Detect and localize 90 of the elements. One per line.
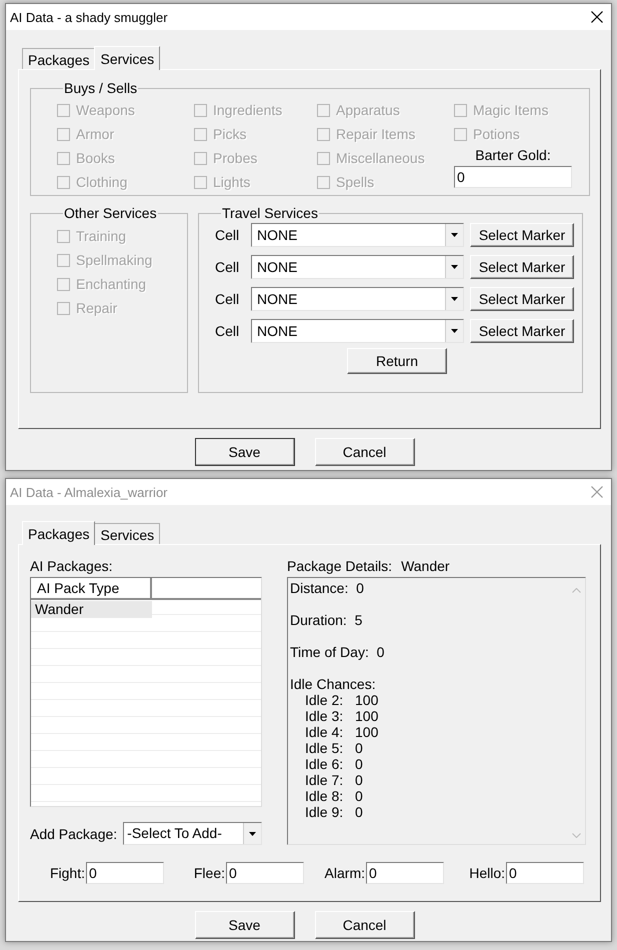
field-label: Flee: [192,865,226,881]
idle-label: Idle 9: [305,804,344,820]
idle-label: Idle 7: [305,772,344,788]
cell-dropdown[interactable]: NONE [251,287,464,311]
checkbox-label: Enchanting [76,276,146,292]
attribute-field[interactable]: 0 [86,862,164,884]
list-label: AI Packages: [30,557,114,576]
checkbox-label: Books [76,150,115,166]
add-package-dropdown[interactable]: -Select To Add- [123,822,262,845]
column-header[interactable]: AI Pack Type [31,578,152,598]
checkbox-label: Apparatus [336,102,400,118]
checkbox-label: Magic Items [473,102,548,118]
idle-label: Idle 5: [305,740,344,756]
cell-dropdown[interactable]: NONE [251,319,464,343]
scroll-up-icon[interactable] [572,588,581,593]
field-label: Cell [215,259,240,275]
idle-value: 0 [355,788,363,804]
checkbox-label: Armor [76,126,114,142]
idle-value: 0 [355,804,363,820]
tab[interactable]: Packages [22,521,96,545]
field-label: Hello: [468,865,506,881]
caret-icon [451,233,458,237]
select-marker-button[interactable]: Select Marker [470,287,574,311]
dialog-button[interactable]: Cancel [314,438,414,466]
field-label: Barter Gold: [475,147,551,163]
barter-field[interactable]: 0 [454,166,572,188]
return-button[interactable]: Return [347,348,447,374]
idle-chances-label: Idle Chances: [290,676,377,692]
dialog-button[interactable]: Save [194,911,294,939]
dialog-button[interactable]: Save [194,438,294,466]
caret-icon [249,832,256,836]
group-title: Buys / Sells [63,80,138,96]
checkbox-label: Spellmaking [76,252,152,268]
tab[interactable]: Services [94,523,160,544]
field-label: Cell [215,227,240,243]
field-label: Alarm: [324,865,366,881]
caret-icon [451,265,458,269]
checkbox-label: Lights [213,174,250,190]
tab[interactable]: Packages [22,48,96,69]
cell-dropdown[interactable]: NONE [251,223,464,247]
detail-line: Distance: 0 [290,580,364,596]
tab[interactable]: Services [94,46,160,70]
checkbox-label: Ingredients [213,102,282,118]
detail-line: Duration: 5 [290,612,362,628]
attribute-field[interactable]: 0 [366,862,444,884]
select-marker-button[interactable]: Select Marker [470,255,574,279]
checkbox-label: Picks [213,126,246,142]
checkbox-label: Clothing [76,174,128,190]
close-icon[interactable] [591,11,603,23]
dialog-button[interactable]: Cancel [314,911,414,939]
idle-value: 0 [355,756,363,772]
select-marker-button[interactable]: Select Marker [470,319,574,343]
checkbox-label: Spells [336,174,374,190]
select-marker-button[interactable]: Select Marker [470,223,574,247]
field-label: Fight: [48,865,86,881]
field-label: Cell [215,291,240,307]
attribute-field[interactable]: 0 [506,862,584,884]
group-title: Other Services [63,205,158,221]
attribute-field[interactable]: 0 [226,862,304,884]
idle-value: 0 [355,740,363,756]
checkbox-label: Potions [473,126,520,142]
idle-value: 100 [355,724,378,740]
package-list[interactable]: AI Pack Type Wander [30,577,262,807]
idle-value: 100 [355,692,378,708]
window-title: AI Data - a shady smuggler [10,10,168,24]
idle-label: Idle 6: [305,756,344,772]
idle-label: Idle 3: [305,708,344,724]
package-name: Wander [401,557,450,576]
group-title: Travel Services [221,205,319,221]
idle-label: Idle 8: [305,788,344,804]
window-title: AI Data - Almalexia_warrior [10,484,168,500]
idle-value: 100 [355,708,378,724]
checkbox-label: Repair Items [336,126,416,142]
checkbox-label: Probes [213,150,258,166]
detail-line: Time of Day: 0 [290,644,384,660]
list-row[interactable]: Wander [31,601,152,618]
checkbox-label: Weapons [76,102,135,118]
checkbox-label: Training [76,228,126,244]
field-label: Add Package: [30,826,118,842]
checkbox-label: Repair [76,300,118,316]
field-label: Cell [215,323,240,339]
idle-label: Idle 2: [305,692,344,708]
idle-label: Idle 4: [305,724,344,740]
cell-dropdown[interactable]: NONE [251,255,464,279]
checkbox-label: Miscellaneous [336,150,425,166]
idle-value: 0 [355,772,363,788]
caret-icon [451,297,458,301]
caret-icon [451,329,458,333]
scroll-down-icon[interactable] [572,833,581,838]
details-label: Package Details: [287,557,392,576]
